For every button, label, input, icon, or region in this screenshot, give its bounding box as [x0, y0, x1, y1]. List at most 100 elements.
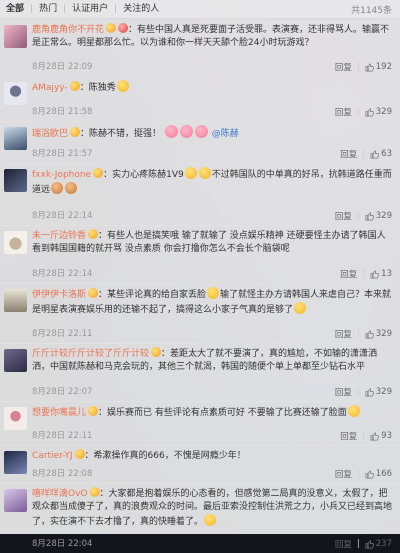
avatar[interactable]: [4, 169, 27, 192]
comment-item: 未一斤边铃香 ：有些人也是搞笑哦 输了就输了 没点娱乐精神 还硬要怪主办请了韩国人…: [0, 225, 400, 284]
reply-button[interactable]: 回复: [330, 328, 357, 340]
thumbs-up-icon: [370, 150, 380, 158]
avatar[interactable]: [4, 127, 27, 150]
mention-link[interactable]: @陈赫: [212, 129, 239, 139]
comment-time: 8月28日 22:14: [32, 269, 93, 279]
avatar[interactable]: [4, 451, 27, 474]
like-button[interactable]: 166: [360, 469, 392, 479]
avatar[interactable]: [4, 82, 27, 105]
username[interactable]: 瑞浴欧巴: [32, 129, 68, 139]
comment-time: 8月28日 22:04: [32, 539, 93, 549]
thumbs-up-icon: [370, 270, 380, 278]
reply-button[interactable]: 回复: [335, 268, 362, 280]
reply-button[interactable]: 回复: [330, 61, 357, 73]
reply-button[interactable]: 回复: [330, 386, 357, 398]
comment-time: 8月28日 22:09: [32, 62, 93, 72]
like-count: 329: [375, 211, 392, 221]
like-count: 192: [375, 62, 392, 72]
reply-button[interactable]: 回复: [335, 430, 362, 442]
username[interactable]: fxxk-Jophone: [32, 170, 91, 180]
vip-badge-icon: [88, 229, 99, 239]
like-button[interactable]: 192: [360, 62, 392, 72]
vip-badge-icon: [74, 449, 85, 459]
vip-badge-icon: [106, 23, 117, 33]
vip-badge-icon: [89, 487, 100, 497]
tab-verified[interactable]: 认证用户: [66, 0, 114, 18]
tab-following[interactable]: 关注的人: [117, 0, 165, 18]
laughing-face-icon: [198, 167, 211, 179]
face-icon: [65, 182, 78, 194]
reply-button[interactable]: 回复: [335, 148, 362, 160]
comment-text: ：陈赫不错，挺强！: [80, 129, 162, 139]
like-button[interactable]: 237: [360, 539, 392, 549]
like-button[interactable]: 63: [365, 149, 392, 159]
like-button[interactable]: 329: [360, 329, 392, 339]
username[interactable]: 鹿角鹿角你不开花: [32, 25, 104, 35]
vip-badge-icon: [93, 168, 104, 178]
like-button[interactable]: 93: [365, 431, 392, 441]
username[interactable]: AMajyy-: [32, 83, 68, 93]
reply-button[interactable]: 回复: [330, 210, 357, 222]
avatar[interactable]: [4, 349, 27, 372]
comment-count: 共1145条: [351, 5, 392, 16]
smiling-face-icon: [207, 287, 220, 299]
comment-time: 8月28日 22:11: [32, 431, 93, 441]
comment-item: 想要你嘴晨儿 ：娱乐赛而已 有些评论有点素质可好 不要输了比赛还输了脸面 8月28…: [0, 401, 400, 446]
comment-text: ：娱乐赛而已 有些评论有点素质可好 不要输了比赛还输了脸面: [98, 408, 347, 418]
thumbs-up-icon: [365, 388, 374, 396]
like-button[interactable]: 13: [365, 269, 392, 279]
like-button[interactable]: 329: [360, 211, 392, 221]
vip-badge-icon: [69, 81, 80, 91]
tab-hot[interactable]: 热门: [33, 0, 63, 18]
reply-button[interactable]: 回复: [330, 468, 357, 480]
avatar[interactable]: [4, 489, 27, 512]
pig-face-icon: [164, 125, 178, 138]
vip-badge-icon: [70, 127, 81, 137]
reply-button[interactable]: 回复: [330, 106, 357, 118]
comment-item: 伊伊伊卡洛斯 ：某些评论真的给自家丢脸 输了就怪主办方请韩国人来虐自己？本来就是明星…: [0, 283, 400, 344]
username[interactable]: 嘻咩咩滴OvO: [32, 489, 88, 499]
like-count: 93: [381, 431, 392, 441]
comment-item: 瑞浴欧巴 ：陈赫不错，挺强！ @陈赫 8月28日 21:57 回复 | 63: [0, 121, 400, 164]
comment-item: Cartier-YJ ：希漱操作真的666，不愧是网瘾少年！ 8月28日 22:0…: [0, 445, 400, 484]
vip-badge-icon: [88, 406, 99, 416]
thumbs-up-icon: [365, 108, 374, 116]
comment-time: 8月28日 22:07: [32, 387, 93, 397]
username[interactable]: 伊伊伊卡洛斯: [32, 290, 86, 300]
like-count: 329: [375, 387, 392, 397]
smiling-face-icon: [294, 302, 307, 314]
avatar[interactable]: [4, 289, 27, 312]
thumbs-up-icon: [365, 540, 374, 548]
like-button[interactable]: 329: [360, 107, 392, 117]
comment-text: ：陈独秀: [79, 83, 116, 93]
comment-time: 8月28日 21:57: [32, 149, 93, 159]
smiling-face-icon: [116, 80, 129, 92]
vip-badge-icon: [151, 347, 162, 357]
comment-text: ：希漱操作真的666，不愧是网瘾少年！: [84, 451, 246, 461]
comment-time: 8月28日 22:11: [32, 329, 93, 339]
thumbs-up-icon: [365, 63, 374, 71]
tab-all[interactable]: 全部: [0, 0, 30, 18]
thumbs-up-icon: [365, 212, 374, 220]
thumbs-up-icon: [365, 470, 374, 478]
laughing-face-icon: [184, 167, 197, 179]
username[interactable]: 未一斤边铃香: [32, 231, 86, 241]
pig-face-icon: [179, 125, 193, 138]
username[interactable]: 斤斤计较斤斤计较了斤斤计较: [32, 349, 149, 359]
like-button[interactable]: 329: [360, 387, 392, 397]
avatar[interactable]: [4, 25, 27, 48]
username[interactable]: 想要你嘴晨儿: [32, 408, 86, 418]
smiling-face-icon: [347, 405, 360, 417]
username[interactable]: Cartier-YJ: [32, 451, 73, 461]
level-badge-icon: [118, 23, 129, 33]
thumbs-up-icon: [370, 432, 380, 440]
comment-time: 8月28日 22:08: [32, 469, 93, 479]
like-count: 329: [375, 107, 392, 117]
avatar[interactable]: [4, 231, 27, 254]
like-count: 237: [375, 539, 392, 549]
thumbs-up-icon: [365, 330, 374, 338]
comment-list: 鹿角鹿角你不开花 ：有些中国人真是死要面子活受罪。表演赛，还非得骂人。输赢不是正常…: [0, 19, 400, 550]
comment-item: 鹿角鹿角你不开花 ：有些中国人真是死要面子活受罪。表演赛，还非得骂人。输赢不是正常…: [0, 19, 400, 77]
avatar[interactable]: [4, 407, 27, 430]
reply-button[interactable]: 回复: [330, 538, 357, 550]
